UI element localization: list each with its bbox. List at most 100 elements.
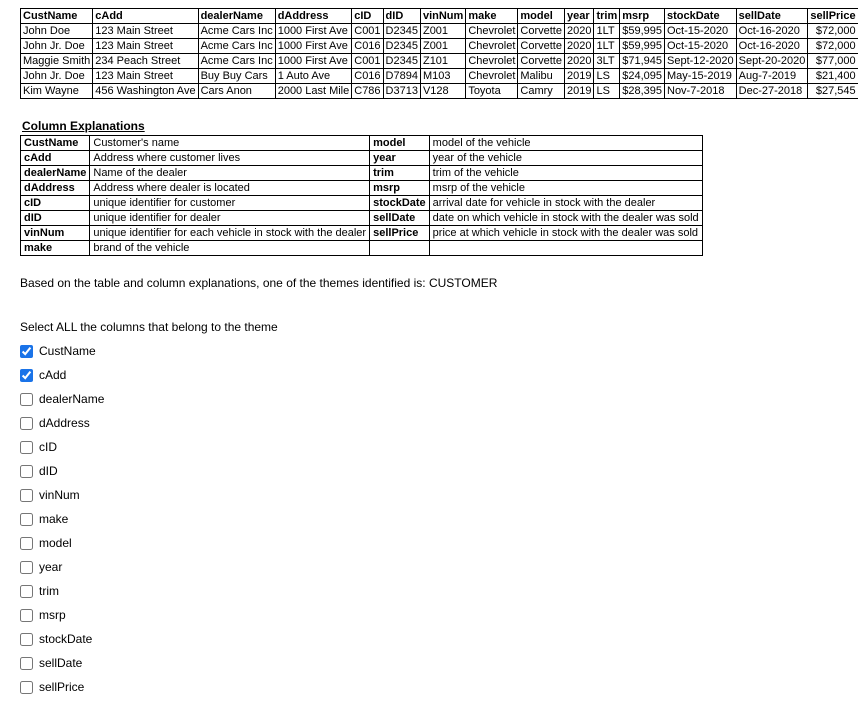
option-label: sellDate [39, 656, 82, 670]
option-checkbox[interactable] [20, 393, 33, 406]
data-cell: 1 Auto Ave [275, 69, 352, 84]
data-cell: 1LT [594, 39, 620, 54]
data-cell: Maggie Smith [21, 54, 93, 69]
data-header-cell: model [518, 9, 565, 24]
option-label: dID [39, 464, 58, 478]
checkbox-item: vinNum [20, 488, 838, 502]
explanation-row: dAddressAddress where dealer is locatedm… [21, 181, 703, 196]
table-row: John Jr. Doe123 Main StreetBuy Buy Cars1… [21, 69, 858, 84]
option-checkbox[interactable] [20, 657, 33, 670]
option-label: trim [39, 584, 59, 598]
column-explanations-title: Column Explanations [22, 119, 838, 133]
data-cell: Chevrolet [466, 54, 518, 69]
data-header-cell: cAdd [93, 9, 198, 24]
data-cell: 456 Washington Ave [93, 84, 198, 99]
data-cell: Camry [518, 84, 565, 99]
option-checkbox[interactable] [20, 585, 33, 598]
data-header-cell: dealerName [198, 9, 275, 24]
explanation-key: make [21, 241, 90, 256]
data-header-cell: trim [594, 9, 620, 24]
data-cell: $72,000 [808, 24, 858, 39]
checkbox-item: dID [20, 464, 838, 478]
option-checkbox[interactable] [20, 513, 33, 526]
data-cell: Buy Buy Cars [198, 69, 275, 84]
data-cell: $71,945 [620, 54, 665, 69]
data-cell: Aug-7-2019 [736, 69, 808, 84]
checkbox-item: year [20, 560, 838, 574]
option-label: sellPrice [39, 680, 84, 694]
checkbox-item: stockDate [20, 632, 838, 646]
option-checkbox[interactable] [20, 489, 33, 502]
data-cell: $27,545 [808, 84, 858, 99]
data-cell: C001 [352, 54, 383, 69]
theme-prompt: Based on the table and column explanatio… [20, 276, 838, 290]
option-label: stockDate [39, 632, 92, 646]
explanation-key: msrp [370, 181, 430, 196]
data-cell: 2019 [564, 69, 593, 84]
data-cell: Malibu [518, 69, 565, 84]
data-cell: John Doe [21, 24, 93, 39]
explanation-value: Address where customer lives [90, 151, 370, 166]
explanation-value: trim of the vehicle [429, 166, 702, 181]
option-label: CustName [39, 344, 96, 358]
explanation-key: vinNum [21, 226, 90, 241]
option-checkbox[interactable] [20, 417, 33, 430]
data-cell: LS [594, 84, 620, 99]
option-checkbox[interactable] [20, 561, 33, 574]
explanation-value: arrival date for vehicle in stock with t… [429, 196, 702, 211]
explanation-key [370, 241, 430, 256]
checkbox-item: dealerName [20, 392, 838, 406]
data-cell: Dec-27-2018 [736, 84, 808, 99]
option-label: year [39, 560, 62, 574]
explanation-key: dAddress [21, 181, 90, 196]
data-cell: Kim Wayne [21, 84, 93, 99]
data-cell: Cars Anon [198, 84, 275, 99]
data-header-cell: sellPrice [808, 9, 858, 24]
explanation-key: trim [370, 166, 430, 181]
data-cell: Oct-15-2020 [665, 24, 737, 39]
explanation-value: model of the vehicle [429, 136, 702, 151]
explanation-row: cAddAddress where customer livesyearyear… [21, 151, 703, 166]
data-cell: Chevrolet [466, 69, 518, 84]
checkbox-item: sellPrice [20, 680, 838, 694]
data-header-cell: dID [383, 9, 420, 24]
data-cell: $59,995 [620, 39, 665, 54]
explanation-value: msrp of the vehicle [429, 181, 702, 196]
data-cell: 3LT [594, 54, 620, 69]
data-cell: 1000 First Ave [275, 24, 352, 39]
checkbox-item: sellDate [20, 656, 838, 670]
option-checkbox[interactable] [20, 633, 33, 646]
option-label: dAddress [39, 416, 90, 430]
explanation-value: Customer's name [90, 136, 370, 151]
option-checkbox[interactable] [20, 465, 33, 478]
option-checkbox[interactable] [20, 681, 33, 694]
option-checkbox[interactable] [20, 609, 33, 622]
option-label: vinNum [39, 488, 80, 502]
data-cell: 2020 [564, 54, 593, 69]
explanation-key: sellPrice [370, 226, 430, 241]
explanation-key: dID [21, 211, 90, 226]
column-explanations-table: CustNameCustomer's namemodelmodel of the… [20, 135, 703, 256]
option-checkbox[interactable] [20, 441, 33, 454]
explanation-row: makebrand of the vehicle [21, 241, 703, 256]
data-cell: C001 [352, 24, 383, 39]
data-header-cell: stockDate [665, 9, 737, 24]
data-cell: C016 [352, 39, 383, 54]
data-cell: D2345 [383, 24, 420, 39]
data-cell: Oct-15-2020 [665, 39, 737, 54]
data-cell: Sept-20-2020 [736, 54, 808, 69]
data-cell: 2020 [564, 39, 593, 54]
option-checkbox[interactable] [20, 369, 33, 382]
data-cell: 123 Main Street [93, 69, 198, 84]
checkbox-item: cAdd [20, 368, 838, 382]
explanation-value: Address where dealer is located [90, 181, 370, 196]
option-checkbox[interactable] [20, 345, 33, 358]
data-cell: 1000 First Ave [275, 54, 352, 69]
explanation-value: unique identifier for dealer [90, 211, 370, 226]
checkbox-item: model [20, 536, 838, 550]
option-checkbox[interactable] [20, 537, 33, 550]
data-cell: D2345 [383, 54, 420, 69]
explanation-row: dealerNameName of the dealertrimtrim of … [21, 166, 703, 181]
explanation-row: vinNumunique identifier for each vehicle… [21, 226, 703, 241]
explanation-row: dIDunique identifier for dealersellDated… [21, 211, 703, 226]
